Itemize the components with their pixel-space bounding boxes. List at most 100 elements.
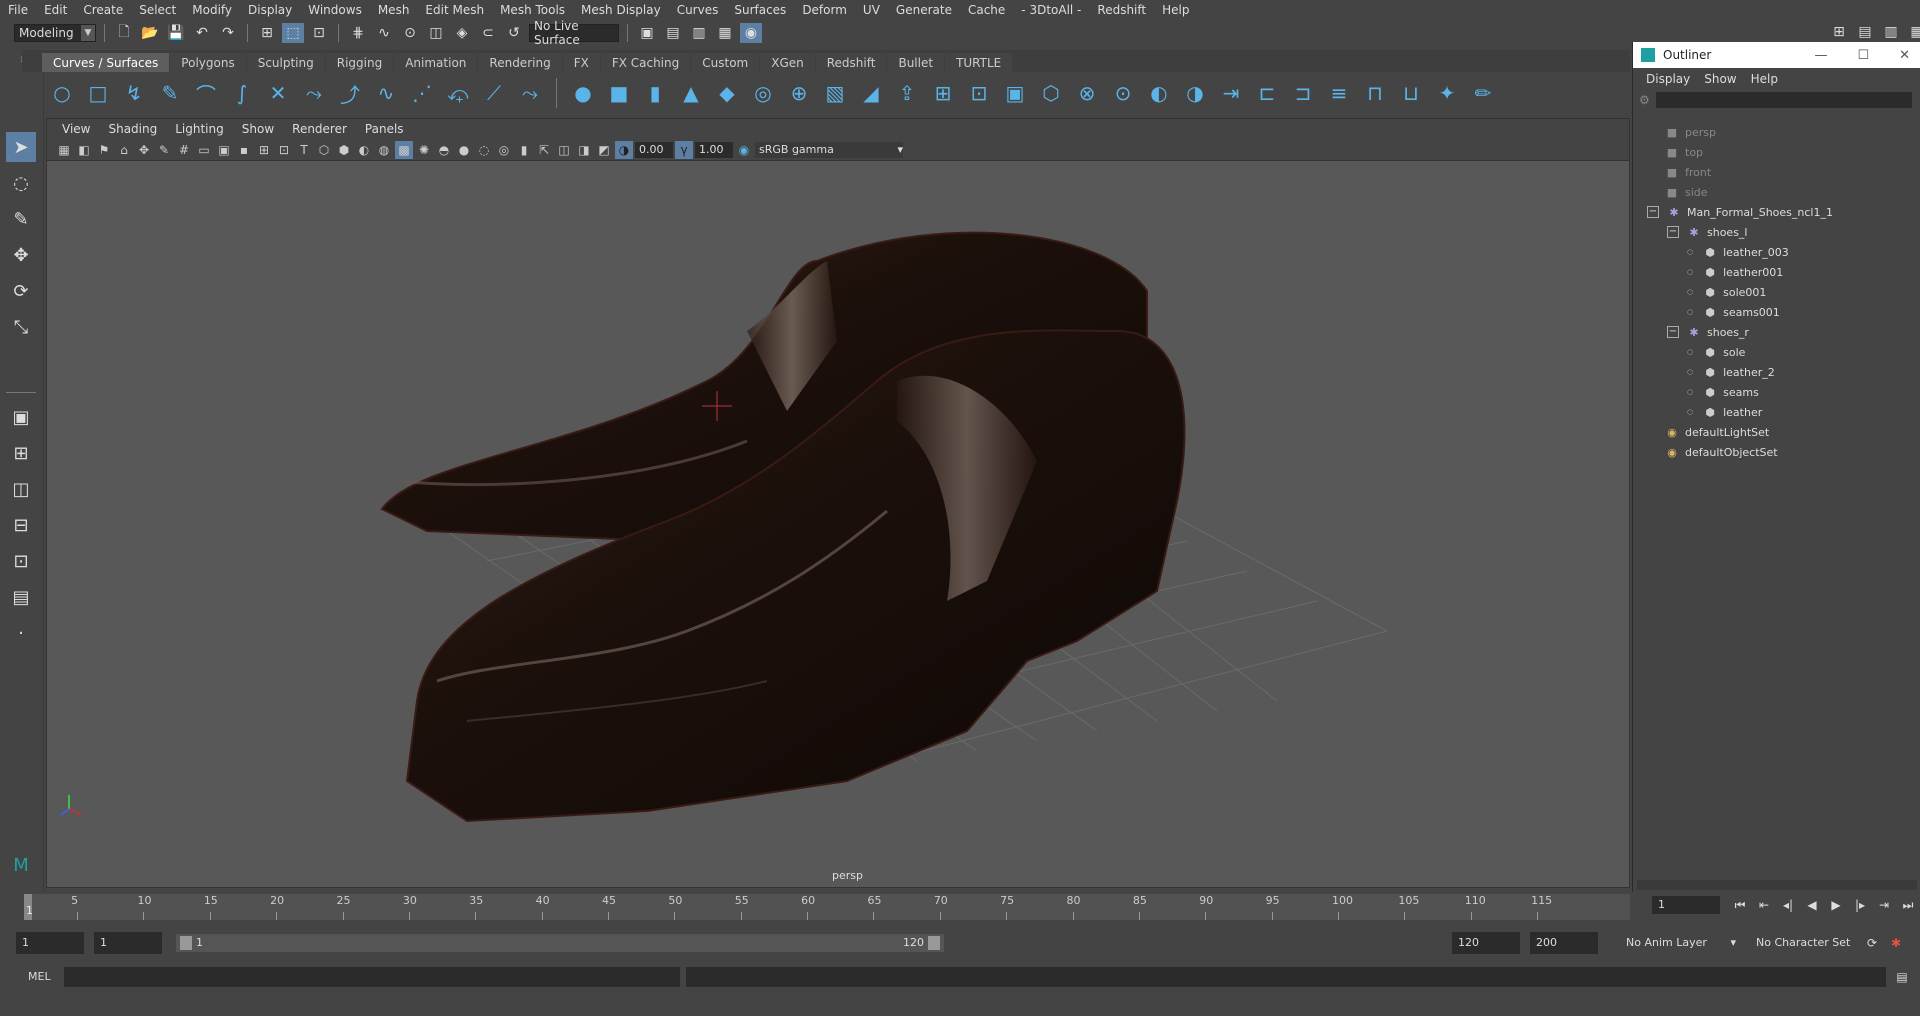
torus-icon[interactable]: ◎ — [749, 79, 777, 107]
menu-select[interactable]: Select — [131, 3, 184, 17]
outliner-item[interactable]: ○ ⬢ leather_2 — [1687, 362, 1775, 382]
menu-help[interactable]: Help — [1154, 3, 1197, 17]
planar-icon[interactable]: ◢ — [857, 79, 885, 107]
shelf-tab-sculpting[interactable]: Sculpting — [246, 53, 325, 72]
menu-file[interactable]: File — [0, 3, 36, 17]
snap-curve-icon[interactable]: ∿ — [373, 23, 395, 43]
shelf-tab-redshift[interactable]: Redshift — [815, 53, 887, 72]
film-gate-icon[interactable]: ▭ — [195, 141, 213, 159]
curve-cut-icon[interactable]: ⤳ — [516, 79, 544, 107]
modeling-toolkit-icon[interactable]: ⊞ — [1828, 22, 1850, 42]
gate-mask-icon[interactable]: ▪ — [235, 141, 253, 159]
mode-selector[interactable]: Modeling ▼ — [14, 24, 96, 42]
ep-curve-icon[interactable]: ⌒ — [192, 79, 220, 107]
more-layouts-icon[interactable]: · — [6, 618, 36, 648]
screen-space-ao-icon[interactable]: ● — [455, 141, 473, 159]
3d-scene[interactable] — [47, 161, 1629, 887]
maximize-icon[interactable]: ☐ — [1857, 48, 1869, 63]
square-icon[interactable]: □ — [84, 79, 112, 107]
viewport-menu-lighting[interactable]: Lighting — [166, 122, 233, 136]
shelf-tab-curves-surfaces[interactable]: Curves / Surfaces — [42, 53, 170, 72]
align-icon[interactable]: ≡ — [1325, 79, 1353, 107]
select-tool-icon[interactable]: ➤ — [6, 132, 36, 162]
open-close-icon[interactable]: ⊓ — [1361, 79, 1389, 107]
undo-icon[interactable]: ↶ — [191, 23, 213, 43]
playback-end-field[interactable]: 120 — [1452, 932, 1520, 954]
outliner-search-input[interactable] — [1655, 92, 1912, 108]
viewport-menu-show[interactable]: Show — [233, 122, 283, 136]
viewport-menu-shading[interactable]: Shading — [99, 122, 166, 136]
outliner-menu-display[interactable]: Display — [1639, 72, 1697, 86]
outliner-item[interactable]: ◉ defaultLightSet — [1665, 422, 1769, 442]
extrude-icon[interactable]: ⇪ — [893, 79, 921, 107]
square-surface-icon[interactable]: ▣ — [1001, 79, 1029, 107]
rotate-tool-icon[interactable]: ⟳ — [6, 276, 36, 306]
shelf-tab-rendering[interactable]: Rendering — [478, 53, 562, 72]
new-scene-icon[interactable]: 🗋 — [113, 23, 135, 43]
outliner-item[interactable]: ○ ⬢ sole — [1687, 342, 1745, 362]
textured-icon[interactable]: ▩ — [395, 140, 413, 159]
bevel-icon[interactable]: ⬡ — [1037, 79, 1065, 107]
depth-of-field-icon[interactable]: ▮ — [515, 141, 533, 159]
shelf-tab-rigging[interactable]: Rigging — [325, 53, 394, 72]
circle-icon[interactable]: ○ — [48, 79, 76, 107]
anim-layer-select[interactable]: No Anim Layer ▾ — [1620, 932, 1740, 954]
bookmark-icon[interactable]: ⚑ — [95, 141, 113, 159]
safe-action-icon[interactable]: ⊡ — [275, 141, 293, 159]
paint-icon[interactable]: ✏ — [1469, 79, 1497, 107]
outliner-item[interactable]: − ✱ Man_Formal_Shoes_ncl1_1 — [1647, 202, 1833, 222]
menu-generate[interactable]: Generate — [888, 3, 960, 17]
menu-cache[interactable]: Cache — [960, 3, 1013, 17]
go-to-end-icon[interactable]: ⏭ — [1898, 896, 1918, 914]
command-input[interactable] — [64, 967, 680, 987]
menu-redshift[interactable]: Redshift — [1089, 3, 1154, 17]
hypershade-icon[interactable]: ◉ — [740, 23, 762, 43]
plane-icon[interactable]: ◆ — [713, 79, 741, 107]
select-component-icon[interactable]: ⊡ — [308, 23, 330, 43]
collapse-icon[interactable]: − — [1647, 206, 1659, 218]
select-hierarchy-icon[interactable]: ⊞ — [256, 23, 278, 43]
collapse-icon[interactable]: − — [1667, 326, 1679, 338]
default-material-icon[interactable]: ◐ — [355, 141, 373, 159]
curve-wave-icon[interactable]: ∿ — [372, 79, 400, 107]
menu-3dtoall[interactable]: - 3DtoAll - — [1013, 3, 1089, 17]
outliner-item[interactable]: ■ top — [1665, 142, 1703, 162]
range-end-handle[interactable] — [928, 936, 940, 950]
project-icon[interactable]: ⊙ — [1109, 79, 1137, 107]
shadows-icon[interactable]: ◓ — [435, 141, 453, 159]
open-scene-icon[interactable]: 📂 — [139, 23, 161, 43]
menu-mesh-display[interactable]: Mesh Display — [573, 3, 669, 17]
menu-create[interactable]: Create — [75, 3, 131, 17]
view-transform-select[interactable]: sRGB gamma ▾ — [755, 141, 903, 158]
detach-icon[interactable]: ⊐ — [1289, 79, 1317, 107]
step-back-key-icon[interactable]: ⇤ — [1754, 896, 1774, 914]
sculpt-icon[interactable]: ✦ — [1433, 79, 1461, 107]
close-icon[interactable]: ✕ — [1899, 48, 1910, 63]
curve-rebuild-icon[interactable]: ⤽ — [444, 79, 472, 107]
exposure-icon[interactable]: ◑ — [615, 140, 633, 159]
cylinder-icon[interactable]: ▮ — [641, 79, 669, 107]
range-start-handle[interactable] — [180, 936, 192, 950]
step-back-frame-icon[interactable]: ◂| — [1778, 896, 1798, 914]
range-slider[interactable]: 1 120 — [176, 934, 944, 952]
command-language-label[interactable]: MEL — [28, 970, 51, 983]
scene-end-field[interactable]: 200 — [1530, 932, 1598, 954]
use-all-lights-icon[interactable]: ✺ — [415, 141, 433, 159]
viewport-menu-renderer[interactable]: Renderer — [283, 122, 356, 136]
anti-aliasing-icon[interactable]: ◎ — [495, 141, 513, 159]
snap-point-icon[interactable]: ⊙ — [399, 23, 421, 43]
image-plane-icon[interactable]: ⌂ — [115, 141, 133, 159]
outliner-item[interactable]: ○ ⬢ leather001 — [1687, 262, 1783, 282]
outliner-menu-help[interactable]: Help — [1744, 72, 1785, 86]
curve-dots-icon[interactable]: ⋰ — [408, 79, 436, 107]
play-backwards-icon[interactable]: ◀ — [1802, 896, 1822, 914]
attach-icon[interactable]: ⊏ — [1253, 79, 1281, 107]
play-forwards-icon[interactable]: ▶ — [1826, 896, 1846, 914]
outliner-item[interactable]: ◉ defaultObjectSet — [1665, 442, 1777, 462]
cv-curve-icon[interactable]: ↯ — [120, 79, 148, 107]
xray-icon[interactable]: ◫ — [555, 141, 573, 159]
grease-pencil-icon[interactable]: ✎ — [155, 141, 173, 159]
step-forward-key-icon[interactable]: ⇥ — [1874, 896, 1894, 914]
extend-icon[interactable]: ⇥ — [1217, 79, 1245, 107]
curve-edit-icon[interactable]: ⤴ — [336, 79, 364, 107]
